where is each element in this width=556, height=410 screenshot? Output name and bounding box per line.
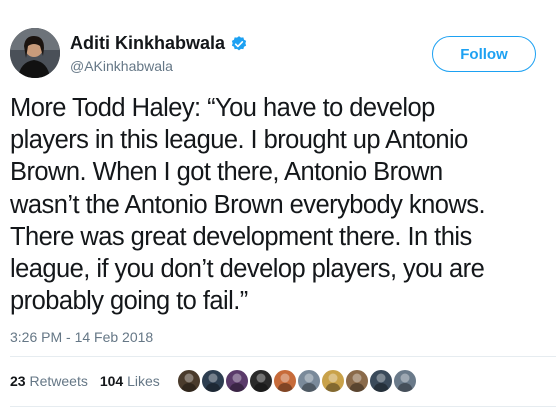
liker-avatar[interactable] <box>200 368 226 394</box>
liker-avatar[interactable] <box>320 368 346 394</box>
tweet-text-line: Brown. When I got there, Antonio Brown <box>10 158 443 187</box>
tweet-timestamp[interactable]: 3:26 PM - 14 Feb 2018 <box>10 329 153 345</box>
liker-avatar[interactable] <box>248 368 274 394</box>
likes-label: Likes <box>127 373 160 389</box>
likes-stat[interactable]: 104 Likes <box>100 373 160 389</box>
tweet-text-line: More Todd Haley: “You have to develop <box>10 94 435 122</box>
retweets-count: 23 <box>10 373 26 389</box>
divider <box>10 406 556 407</box>
liker-avatar[interactable] <box>392 368 418 394</box>
author-display-name[interactable]: Aditi Kinkhabwala <box>70 33 225 54</box>
liker-avatars <box>176 368 418 394</box>
tweet-card: Aditi Kinkhabwala @AKinkhabwala Follow M… <box>0 0 556 410</box>
liker-avatar[interactable] <box>224 368 250 394</box>
retweets-label: Retweets <box>29 373 88 389</box>
display-name-row: Aditi Kinkhabwala <box>70 33 248 54</box>
verified-badge-icon <box>230 35 248 53</box>
liker-avatar[interactable] <box>368 368 394 394</box>
tweet-text-line: players in this league. I brought up Ant… <box>10 126 468 155</box>
author-avatar[interactable] <box>10 28 60 78</box>
tweet-stats: 23 Retweets 104 Likes <box>10 373 172 389</box>
liker-avatar[interactable] <box>272 368 298 394</box>
tweet-text-line: wasn’t the Antonio Brown everybody knows… <box>10 190 486 219</box>
author-names: Aditi Kinkhabwala @AKinkhabwala <box>70 33 248 74</box>
tweet-text-line: league, if you don’t develop players, yo… <box>10 255 485 284</box>
tweet-text-line: There was great development there. In th… <box>10 222 472 251</box>
tweet-text-line: probably going to fail.” <box>10 287 248 316</box>
liker-avatar[interactable] <box>344 368 370 394</box>
author-handle[interactable]: @AKinkhabwala <box>70 58 248 74</box>
retweets-stat[interactable]: 23 Retweets <box>10 373 88 389</box>
liker-avatar[interactable] <box>296 368 322 394</box>
tweet-text: More Todd Haley: “You have to develop pl… <box>10 92 556 317</box>
follow-button[interactable]: Follow <box>432 36 536 72</box>
likes-count: 104 <box>99 373 124 389</box>
liker-avatar[interactable] <box>176 368 202 394</box>
divider <box>10 356 556 357</box>
tweet-header: Aditi Kinkhabwala @AKinkhabwala Follow <box>10 22 550 82</box>
